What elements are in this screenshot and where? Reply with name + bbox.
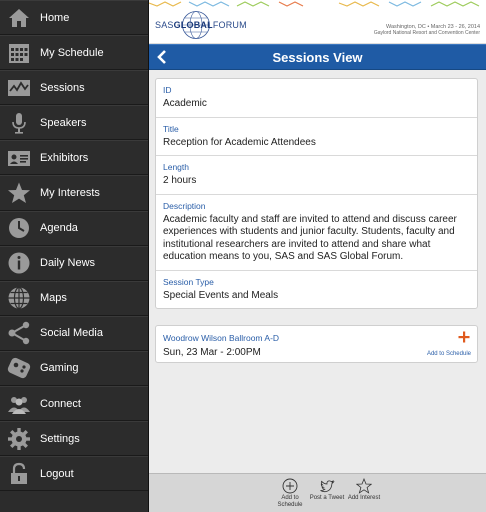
plus-circle-icon — [282, 478, 298, 494]
back-button[interactable] — [153, 48, 171, 66]
sas-global-forum-logo: SASGLOBALFORUM — [155, 11, 247, 39]
sidebar-item-social-media[interactable]: Social Media — [0, 315, 148, 351]
sidebar-item-label: Agenda — [40, 222, 78, 235]
session-occurrence-card[interactable]: Woodrow Wilson Ballroom A-D Sun, 23 Mar … — [155, 325, 478, 363]
sidebar-item-connect[interactable]: Connect — [0, 386, 148, 422]
toolbar-label: Add to Schedule — [277, 495, 303, 508]
event-venue: Gaylord National Resort and Convention C… — [373, 30, 480, 36]
twitter-bird-icon — [320, 480, 335, 493]
field-label: ID — [163, 85, 172, 95]
field-length: Length 2 hours — [156, 156, 477, 195]
field-label: Length — [163, 162, 189, 172]
plus-icon[interactable] — [458, 331, 470, 343]
sidebar-item-label: Daily News — [40, 257, 96, 270]
sidebar-item-label: Home — [40, 11, 70, 24]
field-value: Special Events and Meals — [163, 289, 279, 301]
logo-suffix: FORUM — [212, 20, 247, 30]
chevron-left-icon — [157, 50, 166, 64]
toolbar-label: Post a Tweet — [309, 495, 345, 501]
sidebar-item-label: Exhibitors — [40, 151, 89, 164]
home-icon — [7, 6, 31, 30]
field-value: Academic faculty and staff are invited t… — [163, 213, 457, 263]
decorative-lights — [149, 1, 480, 7]
globe-icon — [7, 286, 31, 310]
sidebar-item-my-interests[interactable]: My Interests — [0, 175, 148, 211]
field-description: Description Academic faculty and staff a… — [156, 195, 477, 271]
sidebar-item-label: My Schedule — [40, 46, 104, 59]
event-info: Washington, DC • March 23 - 26, 2014 Gay… — [374, 24, 480, 36]
sidebar-item-label: Speakers — [40, 116, 87, 129]
session-details-card: ID Academic Title Reception for Academic… — [155, 78, 478, 309]
share-icon — [7, 321, 31, 345]
main-panel: SASGLOBALFORUM Washington, DC • March 23… — [149, 0, 486, 512]
microphone-icon — [7, 111, 31, 135]
sidebar: Home My Schedule Sessions Speakers Exhib… — [0, 0, 149, 512]
field-id: ID Academic — [156, 79, 477, 118]
star-icon — [7, 181, 31, 205]
gamepad-icon — [7, 356, 31, 380]
sidebar-item-gaming[interactable]: Gaming — [0, 350, 148, 387]
session-datetime: Sun, 23 Mar - 2:00PM — [163, 347, 261, 358]
room-location: Woodrow Wilson Ballroom A-D — [163, 333, 280, 343]
field-label: Description — [163, 200, 206, 211]
sidebar-item-home[interactable]: Home — [0, 0, 148, 36]
sidebar-item-label: Connect — [40, 397, 81, 410]
title-bar: Sessions View — [149, 44, 486, 70]
toolbar-label: Add Interest — [347, 495, 381, 501]
sidebar-item-label: Settings — [40, 432, 80, 445]
star-outline-icon — [356, 478, 372, 494]
sidebar-item-label: Logout — [40, 467, 74, 480]
add-to-schedule-link[interactable]: Add to Schedule — [427, 351, 471, 357]
field-value: Reception for Academic Attendees — [163, 136, 316, 148]
sidebar-item-agenda[interactable]: Agenda — [0, 210, 148, 246]
sidebar-item-settings[interactable]: Settings — [0, 421, 148, 457]
gear-icon — [7, 427, 31, 451]
calendar-icon — [7, 41, 31, 65]
sidebar-item-label: Sessions — [40, 81, 85, 94]
sidebar-item-label: My Interests — [40, 187, 100, 200]
logo-prefix: SAS — [155, 20, 174, 30]
people-icon — [7, 392, 31, 416]
logo-main: GLOBAL — [173, 20, 213, 30]
sidebar-item-maps[interactable]: Maps — [0, 280, 148, 316]
sidebar-item-speakers[interactable]: Speakers — [0, 105, 148, 141]
page-title: Sessions View — [272, 49, 363, 65]
field-label: Title — [163, 123, 179, 134]
sessions-icon — [7, 76, 31, 100]
post-tweet-button[interactable]: Post a Tweet — [307, 478, 347, 502]
field-session-type: Session Type Special Events and Meals — [156, 271, 477, 309]
lock-icon — [7, 462, 31, 486]
add-to-schedule-button[interactable]: Add to Schedule — [270, 478, 310, 508]
info-icon — [7, 251, 31, 275]
field-value: Academic — [163, 98, 207, 109]
conference-banner: SASGLOBALFORUM Washington, DC • March 23… — [149, 0, 486, 44]
field-title: Title Reception for Academic Attendees — [156, 118, 477, 156]
sidebar-item-logout[interactable]: Logout — [0, 456, 148, 492]
id-card-icon — [7, 146, 31, 170]
add-interest-button[interactable]: Add Interest — [344, 478, 384, 502]
bottom-toolbar: Add to Schedule Post a Tweet Add Interes… — [149, 473, 486, 512]
sidebar-item-label: Social Media — [40, 327, 103, 340]
sidebar-item-daily-news[interactable]: Daily News — [0, 245, 148, 281]
field-label: Session Type — [163, 276, 214, 287]
field-value: 2 hours — [163, 175, 197, 186]
sidebar-item-sessions[interactable]: Sessions — [0, 70, 148, 106]
sidebar-item-label: Maps — [40, 292, 67, 305]
clock-icon — [7, 216, 31, 240]
sidebar-item-my-schedule[interactable]: My Schedule — [0, 35, 148, 71]
sidebar-item-label: Gaming — [40, 362, 79, 375]
sidebar-item-exhibitors[interactable]: Exhibitors — [0, 140, 148, 176]
